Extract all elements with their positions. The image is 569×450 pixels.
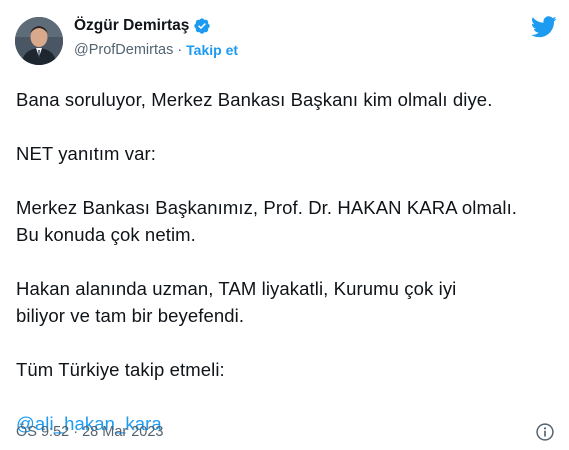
twitter-bird-icon[interactable] <box>531 16 557 38</box>
tweet-line: Merkez Bankası Başkanımız, Prof. Dr. HAK… <box>16 197 518 218</box>
author-display-name[interactable]: Özgür Demirtaş <box>74 17 189 35</box>
separator-dot: · <box>177 42 183 58</box>
tweet-line: Bana soruluyor, Merkez Bankası Başkanı k… <box>16 89 493 110</box>
author-handle-row: @ProfDemirtas · Takip et <box>74 42 238 58</box>
tweet-paragraph: Merkez Bankası Başkanımız, Prof. Dr. HAK… <box>16 194 556 248</box>
tweet-paragraph: NET yanıtım var: <box>16 140 556 167</box>
tweet-paragraph: Hakan alanında uzman, TAM liyakatli, Kur… <box>16 275 556 329</box>
avatar[interactable] <box>15 17 63 65</box>
avatar-image <box>15 17 63 65</box>
tweet-paragraph: Bana soruluyor, Merkez Bankası Başkanı k… <box>16 86 556 113</box>
tweet-timestamp[interactable]: ÖS 9:52 · 28 Mar 2023 <box>16 424 164 440</box>
verified-badge-icon <box>194 18 211 34</box>
author-handle[interactable]: @ProfDemirtas <box>74 42 173 58</box>
tweet-paragraph: Tüm Türkiye takip etmeli: <box>16 356 556 383</box>
tweet-line: Hakan alanında uzman, TAM liyakatli, Kur… <box>16 278 457 299</box>
tweet-line: Bu konuda çok netim. <box>16 224 196 245</box>
tweet-line: NET yanıtım var: <box>16 143 157 164</box>
tweet-line: Tüm Türkiye takip etmeli: <box>16 359 225 380</box>
author-name-row: Özgür Demirtaş <box>74 17 211 35</box>
tweet-body: Bana soruluyor, Merkez Bankası Başkanı k… <box>16 86 556 437</box>
tweet-line: biliyor ve tam bir beyefendi. <box>16 305 245 326</box>
info-icon[interactable] <box>535 422 555 442</box>
follow-button[interactable]: Takip et <box>186 42 238 58</box>
tweet-card: Özgür Demirtaş @ProfDemirtas · Takip et … <box>0 0 569 450</box>
